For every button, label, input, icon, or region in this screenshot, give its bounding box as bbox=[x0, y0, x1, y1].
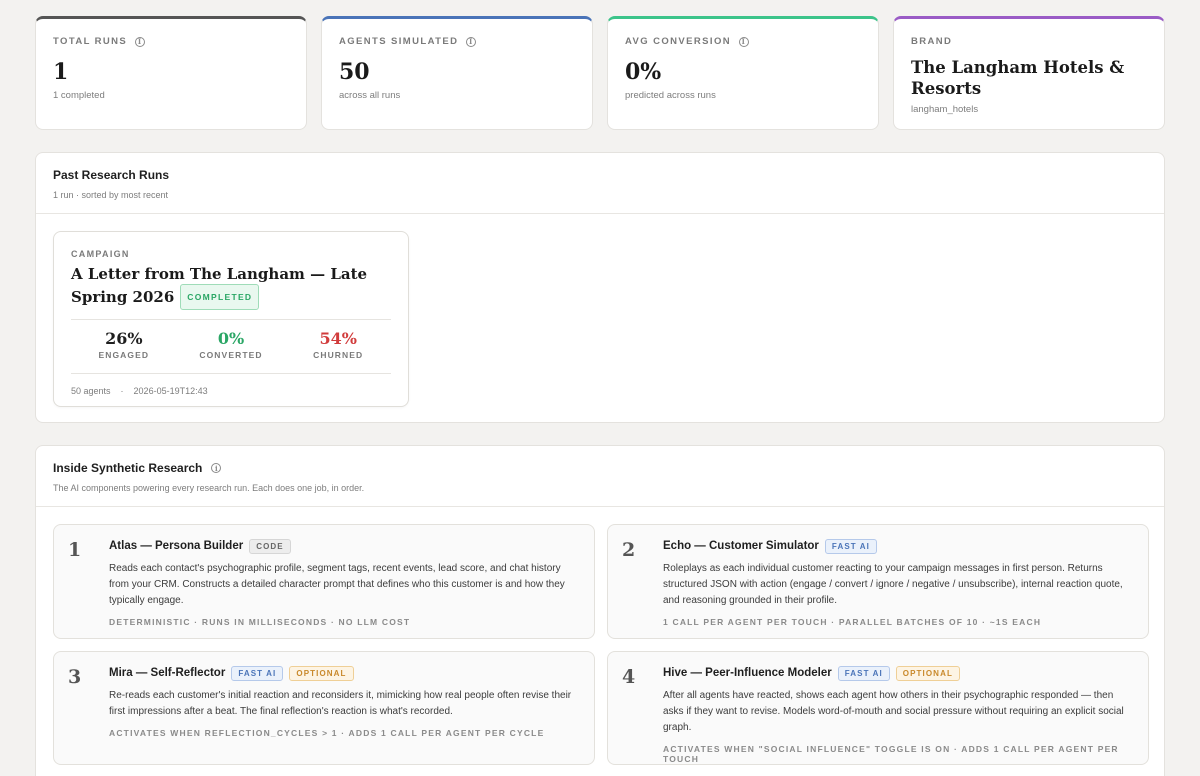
run-metrics: 26% ENGAGED 0% CONVERTED 54% CHURNED bbox=[71, 319, 391, 374]
component-card-mira: 3 Mira — Self-Reflector FAST AI OPTIONAL… bbox=[53, 651, 595, 765]
components-grid: 1 Atlas — Persona Builder CODE Reads eac… bbox=[53, 524, 1149, 765]
component-description: Roleplays as each individual customer re… bbox=[663, 563, 1123, 606]
brand-handle: langham_hotels bbox=[911, 104, 979, 115]
metric-engaged: 26% ENGAGED bbox=[71, 329, 177, 360]
stat-label: TOTAL RUNS i bbox=[53, 36, 289, 47]
stat-sub: predicted across runs bbox=[625, 90, 716, 101]
step-number: 3 bbox=[68, 666, 82, 688]
stat-value: 1 bbox=[53, 59, 69, 85]
run-timestamp: 2026-05-19T12:43 bbox=[133, 386, 208, 396]
component-title: Atlas — Persona Builder CODE bbox=[109, 538, 580, 554]
run-separator: · bbox=[120, 386, 124, 396]
brand-name: The Langham Hotels & Resorts bbox=[911, 58, 1125, 98]
panel-subtitle: 1 run · sorted by most recent bbox=[53, 190, 169, 200]
component-description: After all agents have reacted, shows eac… bbox=[663, 690, 1124, 733]
stat-value: 50 bbox=[339, 59, 370, 85]
component-card-echo: 2 Echo — Customer Simulator FAST AI Role… bbox=[607, 524, 1149, 639]
metric-value: 0% bbox=[217, 329, 245, 348]
component-card-atlas: 1 Atlas — Persona Builder CODE Reads eac… bbox=[53, 524, 595, 639]
component-title: Hive — Peer-Influence Modeler FAST AI OP… bbox=[663, 665, 1134, 681]
metric-churned: 54% CHURNED bbox=[285, 329, 391, 360]
stat-sub: across all runs bbox=[339, 90, 401, 101]
component-footnote: 1 CALL PER AGENT PER TOUCH · PARALLEL BA… bbox=[663, 617, 1042, 627]
tag-optional: OPTIONAL bbox=[895, 665, 960, 681]
panel-title: Inside Synthetic Research i bbox=[53, 461, 1147, 475]
panel-header: Past Research Runs 1 run · sorted by mos… bbox=[36, 153, 1164, 214]
inside-research-panel: Inside Synthetic Research i The AI compon… bbox=[35, 445, 1165, 776]
stat-value: 0% bbox=[625, 59, 662, 85]
run-card[interactable]: CAMPAIGN A Letter from The Langham — Lat… bbox=[53, 231, 409, 407]
component-footnote: DETERMINISTIC · RUNS IN MILLISECONDS · N… bbox=[109, 617, 411, 627]
step-number: 4 bbox=[622, 666, 636, 688]
metric-label: CONVERTED bbox=[199, 350, 263, 360]
step-number: 1 bbox=[68, 539, 82, 561]
component-card-hive: 4 Hive — Peer-Influence Modeler FAST AI … bbox=[607, 651, 1149, 765]
stat-card-avg-conversion: AVG CONVERSION i 0% predicted across runs bbox=[607, 16, 879, 130]
info-icon[interactable]: i bbox=[739, 36, 749, 47]
past-runs-panel: Past Research Runs 1 run · sorted by mos… bbox=[35, 152, 1165, 423]
component-footnote: ACTIVATES WHEN "SOCIAL INFLUENCE" TOGGLE… bbox=[663, 744, 1119, 764]
panel-title: Past Research Runs bbox=[53, 168, 170, 182]
stat-label: BRAND bbox=[911, 36, 953, 47]
stat-label: AGENTS SIMULATED i bbox=[339, 36, 575, 47]
stat-sub: 1 completed bbox=[53, 90, 105, 101]
run-footer: 50 agents · 2026-05-19T12:43 bbox=[71, 386, 391, 396]
component-description: Re-reads each customer's initial reactio… bbox=[109, 690, 572, 717]
run-caption: CAMPAIGN bbox=[71, 249, 130, 259]
stat-card-brand: BRAND The Langham Hotels & Resorts langh… bbox=[893, 16, 1165, 130]
metric-converted: 0% CONVERTED bbox=[178, 329, 284, 360]
info-icon[interactable]: i bbox=[466, 36, 477, 47]
stats-row: TOTAL RUNS i 1 1 completed AGENTS SIMULAT… bbox=[35, 16, 1165, 130]
tag-fast-ai: FAST AI bbox=[837, 665, 890, 681]
metric-label: CHURNED bbox=[313, 350, 364, 360]
stat-card-agents-simulated: AGENTS SIMULATED i 50 across all runs bbox=[321, 16, 593, 130]
stat-label: AVG CONVERSION i bbox=[625, 36, 861, 47]
tag-fast-ai: FAST AI bbox=[231, 665, 284, 681]
component-title: Mira — Self-Reflector FAST AI OPTIONAL bbox=[109, 665, 580, 681]
tag-optional: OPTIONAL bbox=[289, 665, 354, 681]
tag-code: CODE bbox=[249, 538, 291, 554]
stat-card-total-runs: TOTAL RUNS i 1 1 completed bbox=[35, 16, 307, 130]
component-footnote: ACTIVATES WHEN REFLECTION_CYCLES > 1 · A… bbox=[109, 728, 545, 738]
component-description: Reads each contact's psychographic profi… bbox=[109, 563, 565, 606]
info-icon[interactable]: i bbox=[211, 463, 222, 473]
info-icon[interactable]: i bbox=[135, 36, 146, 47]
component-title: Echo — Customer Simulator FAST AI bbox=[663, 538, 1134, 554]
run-agents: 50 agents bbox=[71, 386, 111, 396]
metric-value: 54% bbox=[319, 329, 357, 348]
metric-label: ENGAGED bbox=[98, 350, 150, 360]
step-number: 2 bbox=[622, 539, 636, 561]
run-title: A Letter from The Langham — Late Spring … bbox=[71, 264, 391, 310]
metric-value: 26% bbox=[105, 329, 143, 348]
status-badge: COMPLETED bbox=[180, 284, 260, 310]
panel-header: Inside Synthetic Research i The AI compon… bbox=[36, 446, 1164, 507]
tag-fast-ai: FAST AI bbox=[824, 538, 877, 554]
panel-subtitle: The AI components powering every researc… bbox=[53, 483, 365, 493]
